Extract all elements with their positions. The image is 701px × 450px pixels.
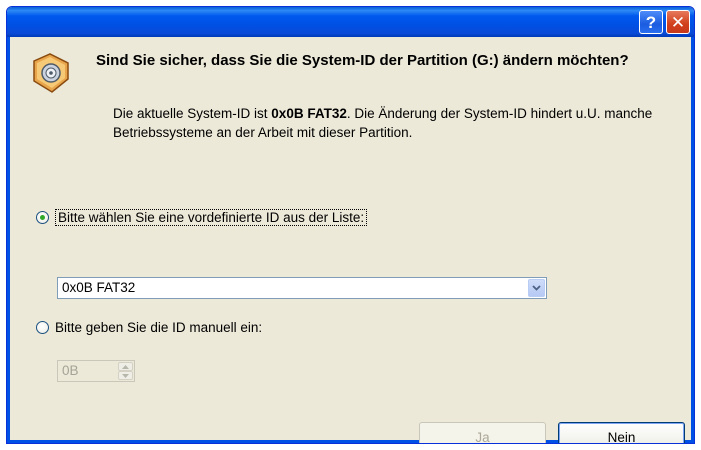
system-id-select[interactable]: 0x0B FAT32 [57,277,547,299]
warning-disk-icon [33,53,69,93]
caret-up-icon [122,364,129,369]
dropdown-arrow-button[interactable] [528,279,545,297]
dialog-window: ? ✕ Sind Sie sicher, dass Sie die System… [6,6,695,444]
current-id: 0x0B FAT32 [271,106,347,121]
select-value: 0x0B FAT32 [62,280,136,295]
option-manual-label[interactable]: Bitte geben Sie die ID manuell ein: [55,320,262,335]
radio-manual[interactable] [36,321,49,334]
id-spinner[interactable]: 0B [57,360,135,382]
spin-up-button[interactable] [118,362,133,371]
option-manual[interactable]: Bitte geben Sie die ID manuell ein: [36,320,262,335]
option-predefined-label[interactable]: Bitte wählen Sie eine vordefinierte ID a… [55,209,368,226]
radio-predefined[interactable] [36,211,49,224]
spin-down-button[interactable] [118,371,133,380]
option-predefined[interactable]: Bitte wählen Sie eine vordefinierte ID a… [36,209,368,226]
chevron-down-icon [532,285,541,291]
info-prefix: Die aktuelle System-ID ist [113,106,272,121]
close-button[interactable]: ✕ [666,10,690,34]
spinner-buttons [118,362,133,380]
caret-down-icon [122,373,129,378]
spinner-value: 0B [62,363,79,378]
title-bar[interactable]: ? ✕ [7,7,694,37]
no-button[interactable]: Nein [558,422,685,443]
yes-button[interactable]: Ja [419,422,546,443]
help-button[interactable]: ? [639,10,663,34]
info-text: Die aktuelle System-ID ist 0x0B FAT32. D… [113,104,683,142]
dialog-body: Sind Sie sicher, dass Sie die System-ID … [7,37,694,443]
question-text: Sind Sie sicher, dass Sie die System-ID … [96,52,629,69]
